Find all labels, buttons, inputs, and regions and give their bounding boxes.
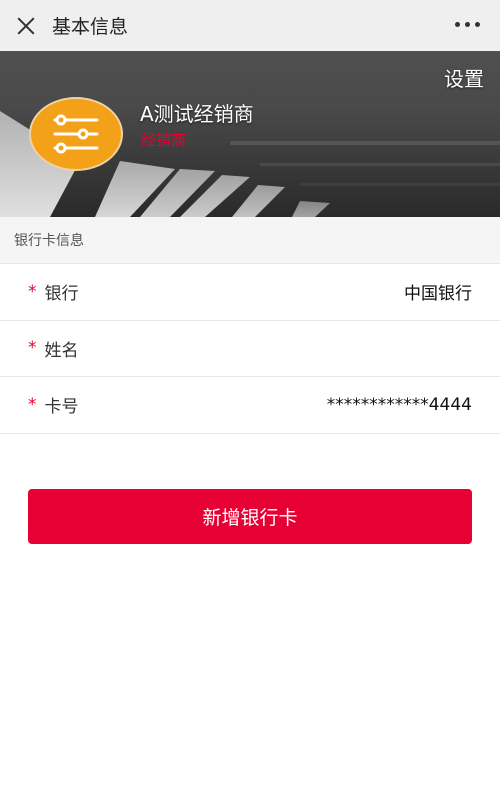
profile-header: 设置 A测试经销商 经销商 xyxy=(0,51,500,217)
name-label: 姓名 xyxy=(44,340,79,361)
page-title: 基本信息 xyxy=(52,16,129,38)
bank-label: 银行 xyxy=(44,284,79,305)
dealer-name: A测试经销商 xyxy=(140,102,254,126)
form-row-bank[interactable]: * 银行 中国银行 xyxy=(0,264,500,321)
avatar[interactable] xyxy=(29,97,123,171)
bank-value: 中国银行 xyxy=(404,284,472,305)
close-icon[interactable] xyxy=(14,14,38,38)
form-row-name[interactable]: * 姓名 xyxy=(0,321,500,377)
dealer-role: 经销商 xyxy=(141,131,187,149)
required-mark: * xyxy=(28,394,37,415)
more-dots-icon[interactable] xyxy=(455,22,480,27)
required-mark: * xyxy=(28,338,37,359)
add-bank-card-button[interactable]: 新增银行卡 xyxy=(28,489,472,544)
card-number-value: ************4444 xyxy=(326,394,472,415)
bank-section-header: 银行卡信息 xyxy=(0,217,500,264)
title-bar: 基本信息 xyxy=(0,0,500,51)
required-mark: * xyxy=(28,281,37,302)
form-row-card-number[interactable]: * 卡号 ************4444 xyxy=(0,377,500,434)
bank-form: * 银行 中国银行 * 姓名 * 卡号 ************4444 xyxy=(0,264,500,434)
card-number-label: 卡号 xyxy=(44,397,79,418)
settings-link[interactable]: 设置 xyxy=(444,63,484,92)
sliders-icon xyxy=(53,114,99,154)
